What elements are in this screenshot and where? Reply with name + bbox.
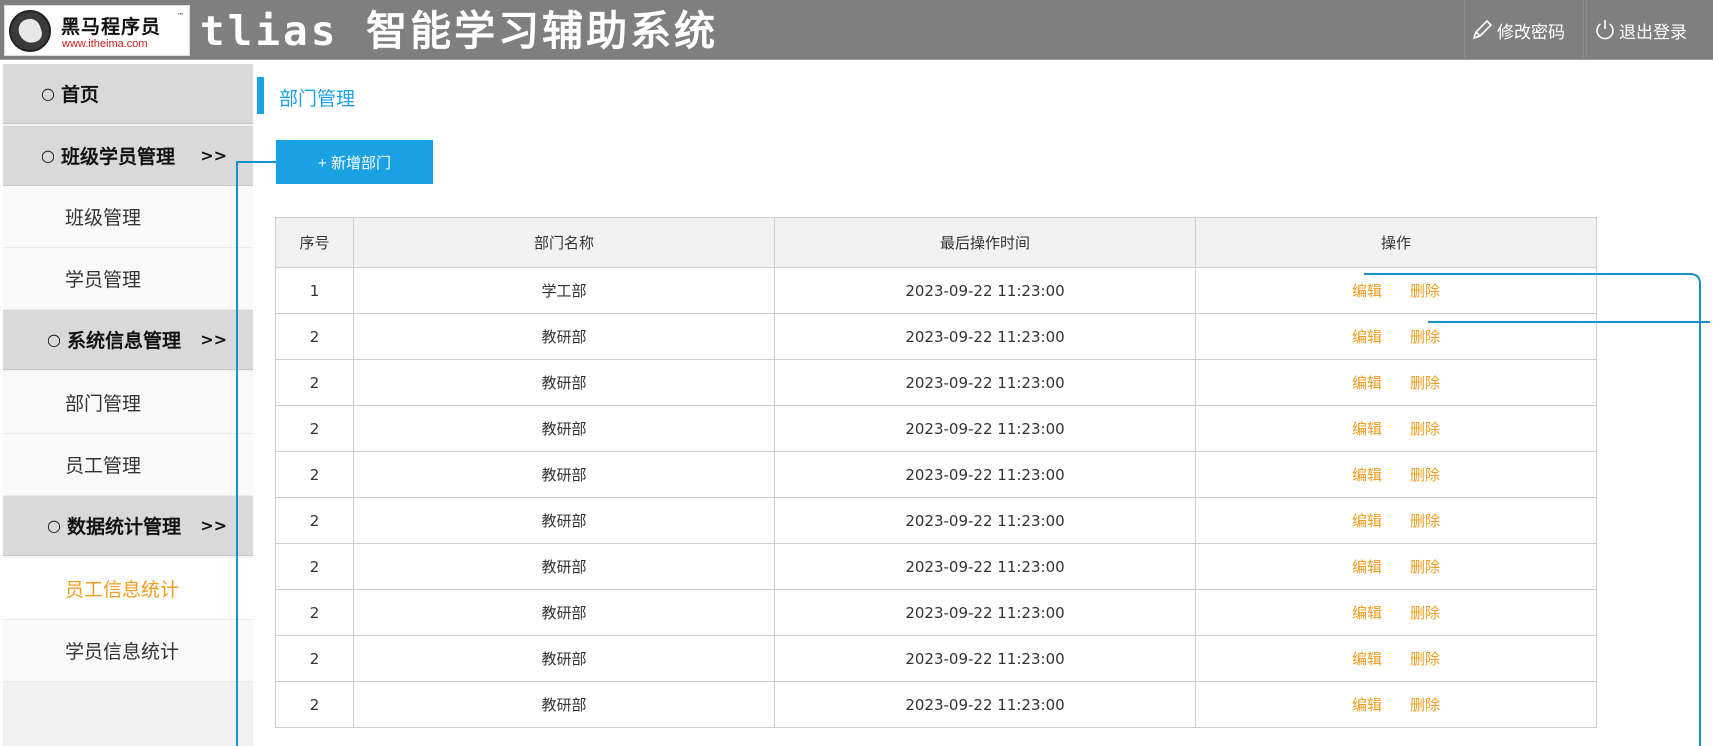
cell-dept-name: 教研部 — [353, 497, 775, 544]
cell-dept-name: 教研部 — [353, 635, 775, 682]
annotation-line — [236, 162, 238, 746]
cell-update-time: 2023-09-22 11:23:00 — [774, 405, 1196, 452]
power-icon — [1596, 20, 1614, 40]
cell-index: 2 — [275, 635, 354, 682]
bullet-icon: ○ — [41, 84, 55, 103]
page: 黑马程序员 ™ www.itheima.com tlias 智能学习辅助系统 修… — [0, 0, 1713, 746]
sidebar-group-class-student[interactable]: ○ 班级学员管理 >> — [3, 126, 253, 186]
sidebar-group-label: 数据统计管理 — [66, 516, 181, 538]
cell-update-time: 2023-09-22 11:23:00 — [774, 635, 1196, 682]
sidebar-item-label: 部门管理 — [65, 393, 142, 415]
logo-url: www.itheima.com — [62, 38, 148, 50]
cell-update-time: 2023-09-22 11:23:00 — [774, 543, 1196, 590]
bullet-icon: ○ — [47, 516, 61, 535]
annotation-line — [236, 161, 276, 163]
cell-index: 2 — [275, 681, 354, 728]
sidebar-item-label: 员工信息统计 — [65, 579, 180, 601]
change-password-label: 修改密码 — [1497, 22, 1565, 42]
sidebar-item-student-stats[interactable]: 学员信息统计 — [3, 620, 253, 682]
expand-arrow-icon: >> — [200, 516, 227, 535]
logo-text: 黑马程序员 — [61, 16, 162, 38]
sidebar-item-student-manage[interactable]: 学员管理 — [3, 248, 253, 310]
cell-index: 2 — [275, 543, 354, 590]
column-header-actions: 操作 — [1195, 217, 1597, 268]
sidebar-group-system-info[interactable]: ○ 系统信息管理 >> — [3, 310, 253, 370]
cell-dept-name: 教研部 — [353, 681, 775, 728]
cell-dept-name: 教研部 — [353, 313, 775, 360]
column-header-name: 部门名称 — [353, 217, 775, 268]
sidebar-item-emp-manage[interactable]: 员工管理 — [3, 434, 253, 496]
sidebar-item-dept-manage[interactable]: 部门管理 — [3, 372, 253, 434]
sidebar: ○ 首页 ○ 班级学员管理 >> 班级管理 学员管理 ○ 系统信息管理 >> 部… — [3, 64, 253, 746]
cell-update-time: 2023-09-22 11:23:00 — [774, 451, 1196, 498]
change-password-button[interactable]: 修改密码 — [1464, 0, 1584, 60]
sidebar-group-label: 系统信息管理 — [66, 330, 181, 352]
cell-dept-name: 教研部 — [353, 359, 775, 406]
annotation-connector — [1364, 273, 1710, 746]
sidebar-item-label: 学员管理 — [65, 269, 142, 291]
cell-update-time: 2023-09-22 11:23:00 — [774, 589, 1196, 636]
cell-index: 2 — [275, 359, 354, 406]
sidebar-item-label: 学员信息统计 — [65, 641, 180, 663]
sidebar-item-label: 员工管理 — [65, 455, 142, 477]
cell-dept-name: 教研部 — [353, 405, 775, 452]
cell-dept-name: 教研部 — [353, 543, 775, 590]
bullet-icon: ○ — [47, 330, 61, 349]
cell-update-time: 2023-09-22 11:23:00 — [774, 359, 1196, 406]
breadcrumb: 部门管理 — [279, 88, 356, 110]
cell-index: 2 — [275, 589, 354, 636]
logout-button[interactable]: 退出登录 — [1586, 0, 1713, 60]
cell-dept-name: 教研部 — [353, 589, 775, 636]
brand-logo[interactable]: 黑马程序员 ™ www.itheima.com — [4, 5, 190, 56]
horse-logo-icon — [9, 10, 51, 52]
sidebar-item-home[interactable]: ○ 首页 — [3, 64, 253, 124]
sidebar-item-class-manage[interactable]: 班级管理 — [3, 186, 253, 248]
column-header-index: 序号 — [275, 217, 354, 268]
cell-update-time: 2023-09-22 11:23:00 — [774, 267, 1196, 314]
breadcrumb-accent — [257, 77, 264, 114]
column-header-time: 最后操作时间 — [774, 217, 1196, 268]
logout-label: 退出登录 — [1619, 22, 1687, 42]
expand-arrow-icon: >> — [200, 146, 227, 165]
sidebar-group-data-stats[interactable]: ○ 数据统计管理 >> — [3, 496, 253, 556]
cell-dept-name: 教研部 — [353, 451, 775, 498]
sidebar-item-label: 首页 — [60, 84, 99, 106]
sidebar-group-label: 班级学员管理 — [60, 146, 175, 168]
pencil-icon — [1472, 19, 1493, 40]
table-header-row: 序号 部门名称 最后操作时间 操作 — [275, 217, 1597, 268]
sidebar-item-emp-stats[interactable]: 员工信息统计 — [3, 558, 253, 620]
cell-index: 2 — [275, 451, 354, 498]
cell-index: 1 — [275, 267, 354, 314]
expand-arrow-icon: >> — [200, 330, 227, 349]
cell-index: 2 — [275, 313, 354, 360]
app-title: tlias 智能学习辅助系统 — [200, 7, 719, 55]
add-department-button[interactable]: + 新增部门 — [276, 140, 433, 184]
sidebar-item-label: 班级管理 — [65, 207, 142, 229]
bullet-icon: ○ — [41, 146, 55, 165]
cell-index: 2 — [275, 405, 354, 452]
logo-trademark: ™ — [177, 12, 184, 20]
cell-update-time: 2023-09-22 11:23:00 — [774, 313, 1196, 360]
cell-dept-name: 学工部 — [353, 267, 775, 314]
cell-update-time: 2023-09-22 11:23:00 — [774, 681, 1196, 728]
cell-update-time: 2023-09-22 11:23:00 — [774, 497, 1196, 544]
top-header: 黑马程序员 ™ www.itheima.com tlias 智能学习辅助系统 修… — [0, 0, 1713, 60]
cell-index: 2 — [275, 497, 354, 544]
